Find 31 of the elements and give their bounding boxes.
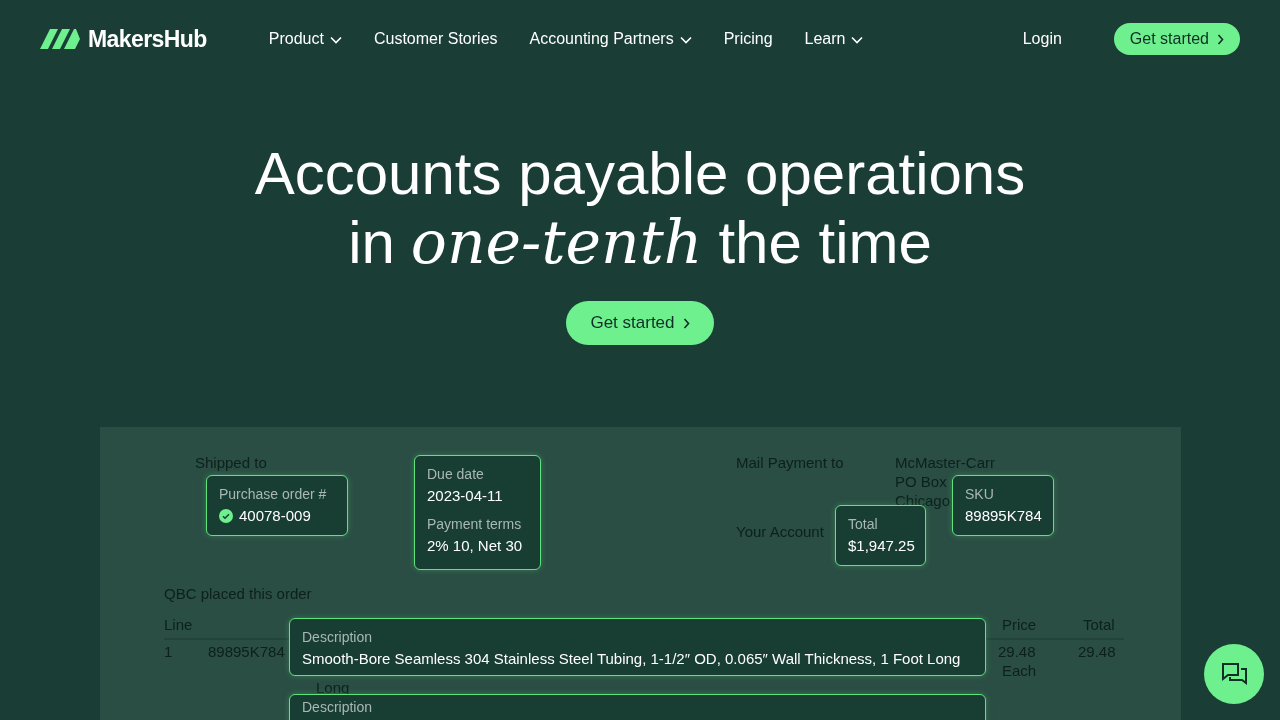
field-label: Description	[302, 628, 374, 647]
field-value: 2% 10, Net 30	[427, 536, 523, 556]
nav-link[interactable]: Customer Stories	[373, 27, 498, 51]
field-value: Smooth-Bore Seamless 304 Stainless Steel Tubing, 1-1/2″ OD, 0.065″ Wall Thickness, 1 Foot Long	[302, 649, 961, 669]
nav-link[interactable]: Product	[268, 27, 342, 51]
nav-link[interactable]: Pricing	[723, 27, 773, 51]
login-link[interactable]: Login	[1022, 27, 1062, 51]
chat-button[interactable]	[1204, 644, 1264, 704]
field-value: 2023-04-11	[427, 486, 503, 506]
field-value: 89895K784	[965, 506, 1042, 526]
logo-icon	[40, 29, 80, 49]
chat-icon	[1220, 661, 1248, 687]
field-value: $1,947.25	[848, 536, 915, 556]
field-label: Payment terms	[427, 515, 523, 534]
hero-heading: in	[348, 209, 395, 277]
get-started-button[interactable]: Get started	[1113, 23, 1240, 55]
chevron-right-icon	[1217, 33, 1224, 45]
chevron-right-icon	[682, 317, 690, 329]
get-started-button[interactable]: Get started	[566, 301, 714, 345]
hero-heading: the time	[718, 209, 932, 277]
hero-heading-emphasis: one-tenth	[410, 208, 703, 276]
field-value: 40078-009	[239, 506, 311, 526]
field-label: Due date	[427, 465, 485, 484]
field-label: SKU	[965, 485, 995, 504]
field-label: Total	[848, 515, 879, 534]
nav-link[interactable]: Learn	[804, 27, 864, 51]
nav-link[interactable]: Accounting Partners	[529, 27, 692, 51]
field-label: Description	[302, 698, 374, 717]
field-label: Purchase order #	[219, 485, 328, 504]
hero-heading: Accounts payable operations	[254, 140, 1026, 208]
brand-name: MakersHub	[88, 24, 207, 54]
